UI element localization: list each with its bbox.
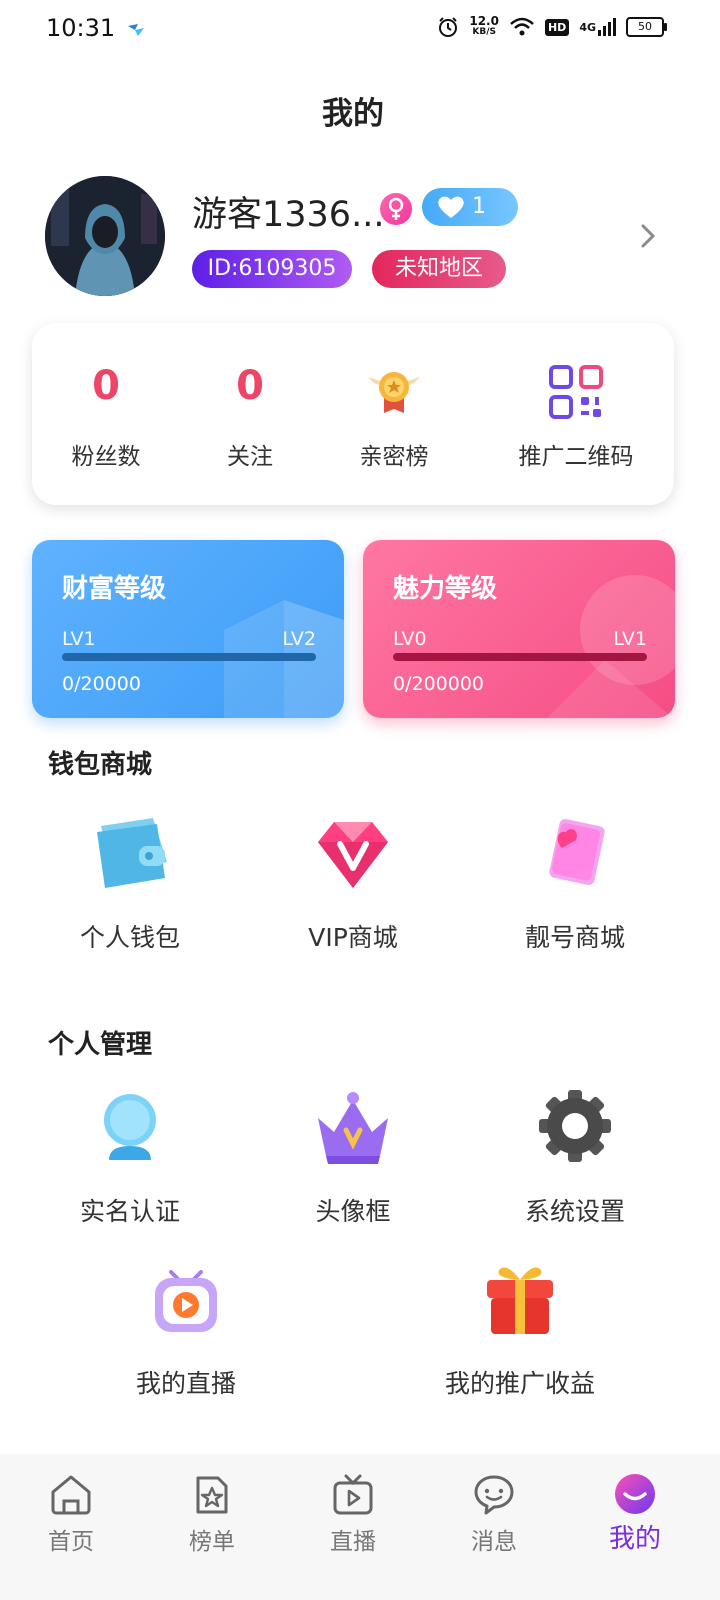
system-settings-label: 系统设置 xyxy=(524,1197,625,1226)
live-tv-icon xyxy=(333,1474,373,1515)
heart-count-badge: 1 xyxy=(422,188,518,226)
heart-card-icon xyxy=(549,818,605,886)
promo-earnings-item[interactable]: 我的推广收益 xyxy=(420,1258,620,1400)
wealth-decoration xyxy=(224,600,344,718)
charm-next-level: LV1 xyxy=(613,628,647,650)
status-icons: 12.0 KB/S HD 4G 50 xyxy=(437,14,667,38)
nav-messages-label: 消息 xyxy=(471,1529,517,1555)
app-notification-icon xyxy=(128,24,144,36)
signal-icon xyxy=(598,18,616,36)
nav-live-label: 直播 xyxy=(330,1529,376,1555)
alarm-icon xyxy=(439,17,458,37)
follow-count: 0 xyxy=(236,363,264,409)
manage-section-title: 个人管理 xyxy=(48,1030,153,1060)
avatar-image xyxy=(45,176,165,296)
profile-smile-icon xyxy=(615,1474,655,1514)
region-badge: 未知地区 xyxy=(372,250,506,288)
fans-count: 0 xyxy=(92,363,120,409)
stat-promo-qr[interactable]: 推广二维码 xyxy=(498,323,654,505)
real-name-verify-label: 实名认证 xyxy=(79,1197,180,1226)
stat-fans[interactable]: 0 粉丝数 xyxy=(46,323,166,505)
system-settings-item[interactable]: 系统设置 xyxy=(475,1086,675,1228)
charm-level-card[interactable]: 魅力等级 LV0 LV1 0/200000 xyxy=(363,540,675,718)
nav-ranking-label: 榜单 xyxy=(189,1529,235,1555)
avatar-frame-item[interactable]: 头像框 xyxy=(253,1086,453,1228)
wealth-level-card[interactable]: 财富等级 LV1 LV2 0/20000 xyxy=(32,540,344,718)
stats-card: 0 粉丝数 0 关注 亲密榜 推广二维码 xyxy=(32,323,674,505)
female-icon xyxy=(380,193,412,225)
nav-live[interactable]: 直播 xyxy=(303,1472,403,1556)
nav-profile[interactable]: 我的 xyxy=(585,1472,685,1555)
intimacy-medal-icon xyxy=(368,372,420,413)
net-speed-value: 12.0 xyxy=(469,14,499,28)
wealth-next-level: LV2 xyxy=(282,628,316,650)
vip-mall-label: VIP商城 xyxy=(308,923,398,952)
heart-icon xyxy=(438,196,464,218)
wifi-icon xyxy=(510,17,534,36)
nav-profile-label: 我的 xyxy=(608,1524,661,1554)
hd-badge: HD xyxy=(544,18,570,36)
wallet-item[interactable]: 个人钱包 xyxy=(30,812,230,954)
nav-messages[interactable]: 消息 xyxy=(444,1472,544,1556)
charm-progress-bar xyxy=(393,653,647,661)
user-verify-icon xyxy=(104,1094,156,1160)
fans-label: 粉丝数 xyxy=(71,444,141,470)
avatar[interactable] xyxy=(45,176,165,296)
crown-icon xyxy=(318,1092,388,1164)
battery-indicator: 50 xyxy=(626,17,667,37)
wallet-section-title: 钱包商城 xyxy=(48,750,153,780)
tv-play-icon xyxy=(155,1270,217,1332)
wealth-title: 财富等级 xyxy=(62,574,167,604)
nav-home[interactable]: 首页 xyxy=(21,1472,121,1556)
charm-exp: 0/200000 xyxy=(393,673,485,695)
chevron-right-icon[interactable] xyxy=(634,222,662,250)
wealth-progress-bar xyxy=(62,653,316,661)
message-icon xyxy=(474,1475,514,1515)
page-title: 我的 xyxy=(322,96,384,132)
wealth-current-level: LV1 xyxy=(62,628,96,650)
gift-icon xyxy=(487,1267,553,1334)
status-time: 10:31 xyxy=(46,14,116,42)
charm-decoration xyxy=(547,575,675,718)
my-live-label: 我的直播 xyxy=(135,1369,236,1398)
intimacy-label: 亲密榜 xyxy=(359,444,429,470)
home-icon xyxy=(51,1475,91,1515)
real-name-verify-item[interactable]: 实名认证 xyxy=(30,1086,230,1228)
vip-mall-item[interactable]: VIP商城 xyxy=(253,812,453,954)
net-speed-unit: KB/S xyxy=(472,27,496,37)
pretty-number-mall-item[interactable]: 靓号商城 xyxy=(475,812,675,954)
ranking-icon xyxy=(196,1476,228,1514)
network-speed: 12.0 KB/S xyxy=(469,14,499,38)
qr-label: 推广二维码 xyxy=(518,444,634,470)
avatar-frame-label: 头像框 xyxy=(315,1197,391,1226)
follow-label: 关注 xyxy=(227,444,273,470)
diamond-icon xyxy=(318,822,388,888)
stat-follow[interactable]: 0 关注 xyxy=(190,323,310,505)
nav-home-label: 首页 xyxy=(48,1529,94,1555)
promo-earnings-label: 我的推广收益 xyxy=(444,1369,595,1398)
qr-code-icon xyxy=(549,365,603,419)
my-live-item[interactable]: 我的直播 xyxy=(86,1258,286,1400)
pretty-number-mall-label: 靓号商城 xyxy=(524,923,625,952)
user-id-badge: ID:6109305 xyxy=(192,250,352,288)
heart-count: 1 xyxy=(472,194,486,219)
wallet-icon xyxy=(97,818,167,888)
username: 游客1336... xyxy=(192,195,385,235)
signal-label: 4G xyxy=(579,20,596,34)
stat-intimacy[interactable]: 亲密榜 xyxy=(334,323,454,505)
charm-title: 魅力等级 xyxy=(393,574,498,604)
charm-current-level: LV0 xyxy=(393,628,427,650)
nav-ranking[interactable]: 榜单 xyxy=(162,1472,262,1556)
wealth-exp: 0/20000 xyxy=(62,673,141,695)
gear-icon xyxy=(539,1090,611,1162)
wallet-label: 个人钱包 xyxy=(79,923,180,952)
